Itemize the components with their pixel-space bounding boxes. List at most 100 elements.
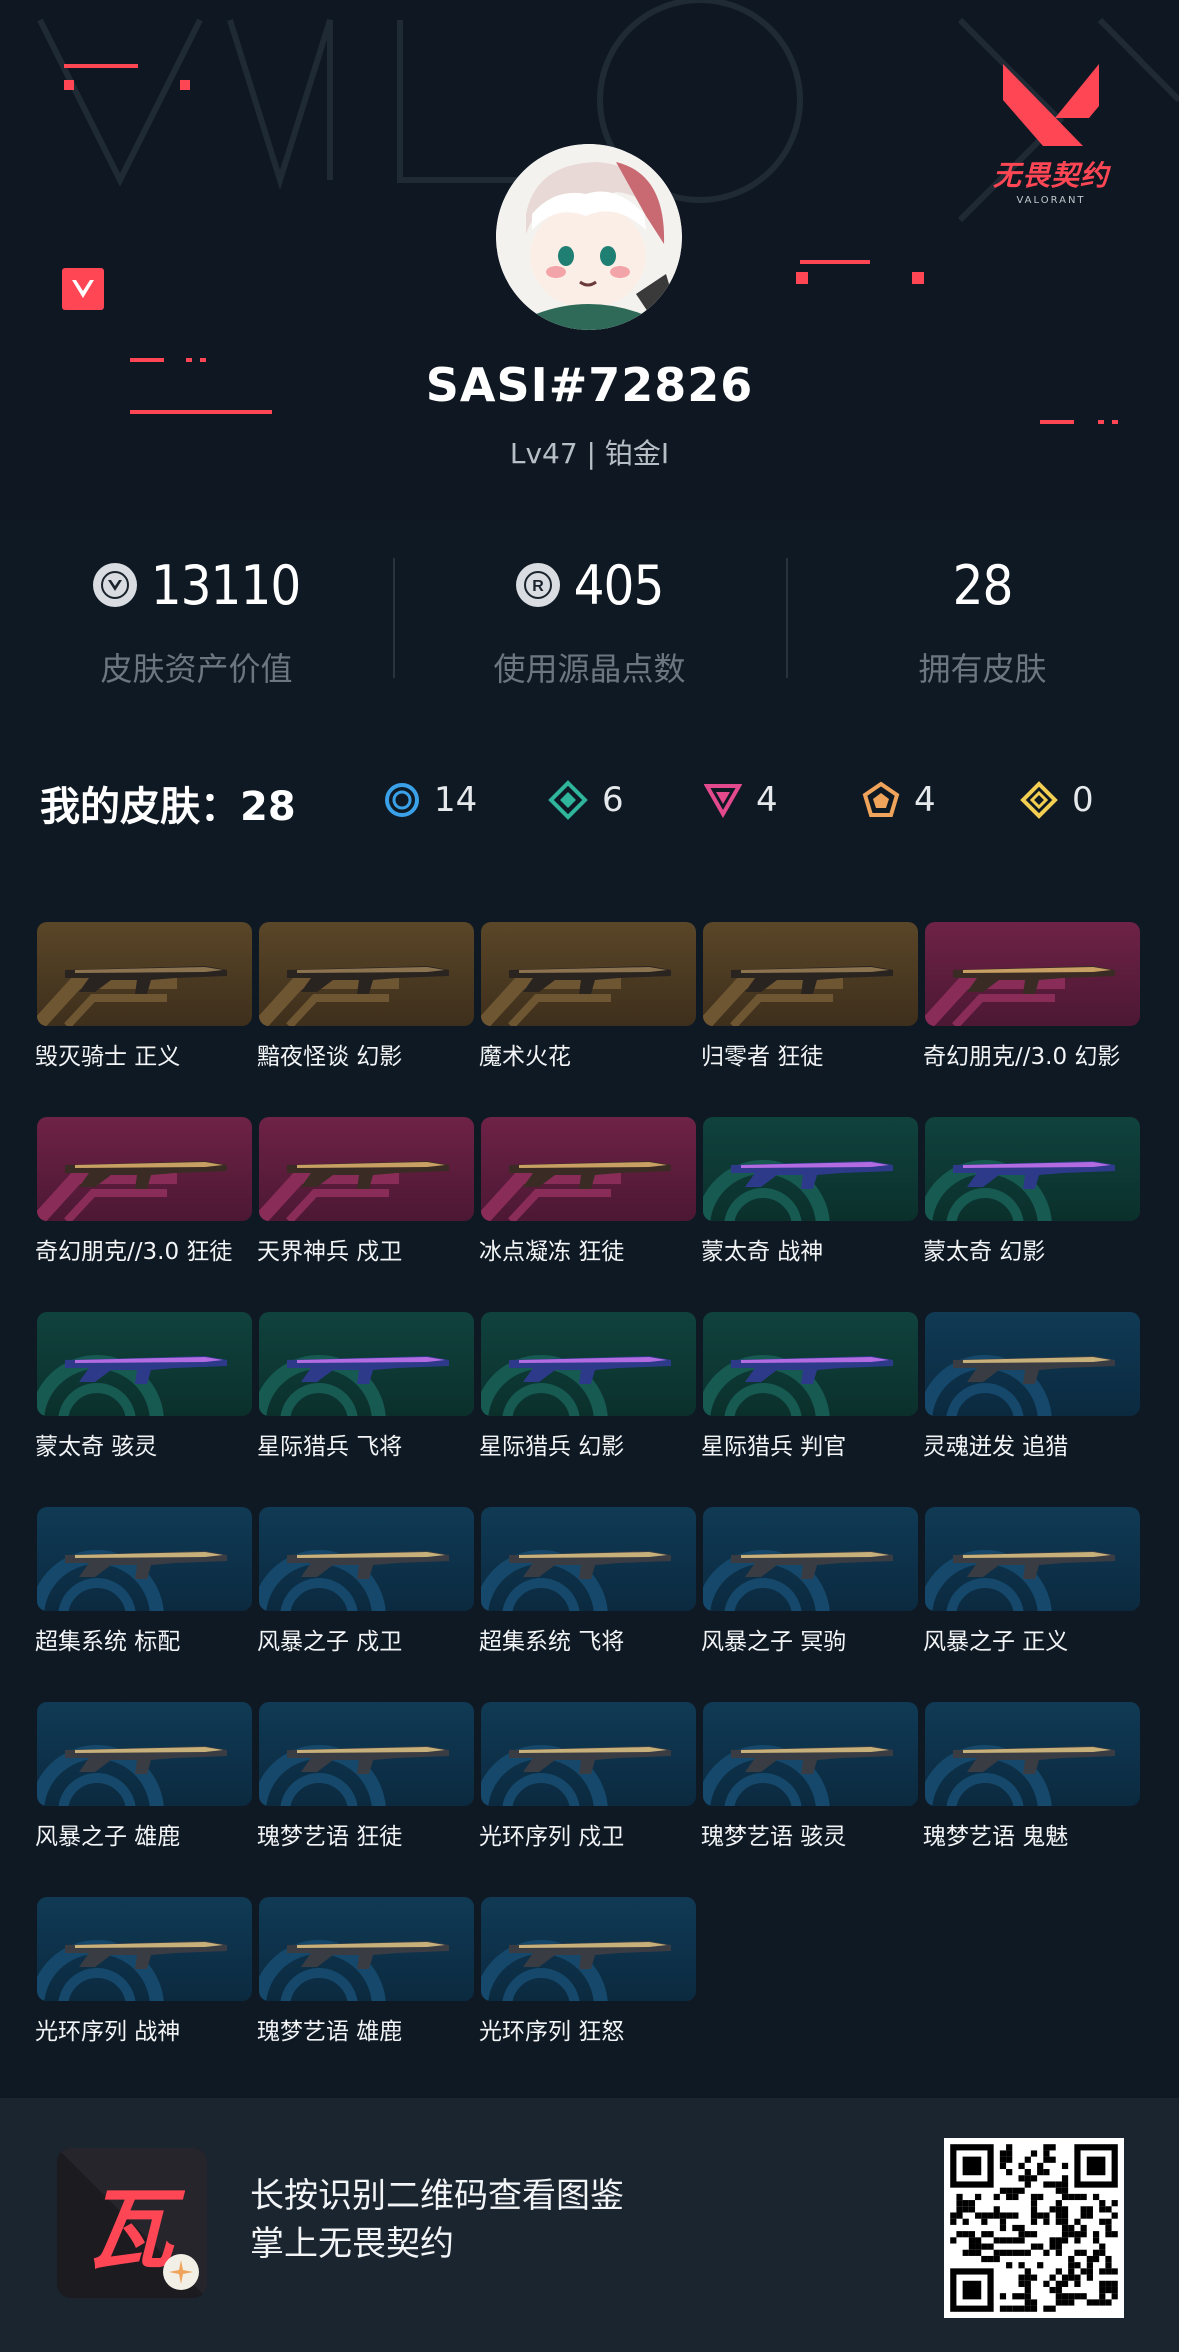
footer-qr-hint: 长按识别二维码查看图鉴 xyxy=(250,2176,624,2216)
radianite-icon: R xyxy=(515,563,560,607)
tier-deluxe[interactable]: 6 xyxy=(548,780,624,820)
weapon-icon xyxy=(509,1941,671,1969)
skin-name: 光环序列 狂怒 xyxy=(479,2019,625,2045)
tier-count: 4 xyxy=(756,780,778,820)
skin-card[interactable] xyxy=(925,1507,1140,1611)
skin-name: 毁灭骑士 正义 xyxy=(35,1044,181,1070)
skin-card[interactable] xyxy=(481,922,696,1026)
footer-app-name: 掌上无畏契约 xyxy=(250,2224,454,2264)
valorant-points-icon xyxy=(92,563,137,607)
select-tier-icon xyxy=(385,783,419,817)
weapon-icon xyxy=(287,1941,449,1969)
skin-card[interactable] xyxy=(925,922,1140,1026)
weapon-icon xyxy=(731,1551,893,1579)
stat-skin-value: 13110 皮肤资产价值 xyxy=(0,540,393,700)
avatar[interactable] xyxy=(496,144,682,330)
qr-code[interactable] xyxy=(944,2138,1124,2318)
skin-name: 星际猎兵 飞将 xyxy=(257,1434,403,1460)
stats-row: 13110 皮肤资产价值 R 405 使用源晶点数 28 拥有皮肤 xyxy=(0,540,1179,700)
weapon-icon xyxy=(65,1746,227,1774)
weapon-icon xyxy=(731,1746,893,1774)
tier-count: 0 xyxy=(1072,780,1094,820)
skin-card[interactable] xyxy=(37,1897,252,2001)
skin-card[interactable] xyxy=(925,1117,1140,1221)
skin-name: 冰点凝冻 狂徒 xyxy=(479,1239,625,1265)
skin-name: 蒙太奇 骇灵 xyxy=(35,1434,158,1460)
skin-name: 奇幻朋克//3.0 幻影 xyxy=(923,1044,1121,1070)
skin-card[interactable] xyxy=(37,922,252,1026)
stat-label: 使用源晶点数 xyxy=(493,650,686,688)
skin-name: 黯夜怪谈 幻影 xyxy=(257,1044,403,1070)
weapon-icon xyxy=(953,1161,1115,1189)
svg-text:R: R xyxy=(532,578,544,595)
skin-name: 归零者 狂徒 xyxy=(701,1044,824,1070)
tier-ultra[interactable]: 0 xyxy=(1020,780,1094,820)
skins-total: 28 xyxy=(240,784,296,830)
app-icon: 瓦 xyxy=(57,2148,207,2298)
weapon-icon xyxy=(731,1356,893,1384)
profile-header: 无畏契约 VALORANT SASI#72826 Lv47 | 铂金I xyxy=(0,0,1179,520)
weapon-icon xyxy=(509,966,671,994)
tier-select[interactable]: 14 xyxy=(384,780,477,820)
skin-card[interactable] xyxy=(703,922,918,1026)
skin-card[interactable] xyxy=(259,1702,474,1806)
tier-count: 4 xyxy=(914,780,936,820)
skin-name: 瑰梦艺语 鬼魅 xyxy=(923,1824,1069,1850)
skin-card[interactable] xyxy=(481,1312,696,1416)
weapon-icon xyxy=(509,1746,671,1774)
skins-header: 我的皮肤：28 14 6 4 4 0 xyxy=(0,760,1179,840)
weapon-icon xyxy=(65,1356,227,1384)
skin-name: 蒙太奇 幻影 xyxy=(923,1239,1046,1265)
skin-card[interactable] xyxy=(481,1897,696,2001)
tier-premium[interactable]: 4 xyxy=(704,780,778,820)
skin-name: 蒙太奇 战神 xyxy=(701,1239,824,1265)
skin-name: 风暴之子 戍卫 xyxy=(257,1629,403,1655)
premium-tier-icon xyxy=(704,784,742,818)
skin-card[interactable] xyxy=(259,922,474,1026)
ultra-tier-icon xyxy=(1020,781,1058,819)
tier-count: 14 xyxy=(434,780,478,820)
skin-name: 瑰梦艺语 骇灵 xyxy=(701,1824,847,1850)
footer: 瓦 长按识别二维码查看图鉴 掌上无畏契约 xyxy=(0,2098,1179,2352)
stat-label: 拥有皮肤 xyxy=(918,650,1047,688)
weapon-icon xyxy=(287,1161,449,1189)
skin-card[interactable] xyxy=(481,1702,696,1806)
weapon-icon xyxy=(953,1356,1115,1384)
valorant-small-logo-icon xyxy=(62,268,104,310)
skin-name: 星际猎兵 判官 xyxy=(701,1434,847,1460)
skin-name: 风暴之子 雄鹿 xyxy=(35,1824,181,1850)
skin-card[interactable] xyxy=(925,1312,1140,1416)
skin-card[interactable] xyxy=(37,1507,252,1611)
skin-card[interactable] xyxy=(37,1702,252,1806)
skin-name: 天界神兵 戍卫 xyxy=(257,1239,403,1265)
skin-card[interactable] xyxy=(703,1702,918,1806)
weapon-icon xyxy=(731,1161,893,1189)
skin-name: 灵魂迸发 追猎 xyxy=(923,1434,1069,1460)
stat-radianite: R 405 使用源晶点数 xyxy=(393,540,786,700)
skin-card[interactable] xyxy=(703,1312,918,1416)
tier-exclusive[interactable]: 4 xyxy=(862,780,936,820)
weapon-icon xyxy=(953,1551,1115,1579)
skin-card[interactable] xyxy=(37,1312,252,1416)
skin-name: 风暴之子 正义 xyxy=(923,1629,1069,1655)
stat-value: 28 xyxy=(952,553,1014,617)
weapon-icon xyxy=(509,1356,671,1384)
skin-card[interactable] xyxy=(259,1897,474,2001)
skin-card[interactable] xyxy=(703,1117,918,1221)
weapon-icon xyxy=(509,1161,671,1189)
skin-card[interactable] xyxy=(37,1117,252,1221)
skin-card[interactable] xyxy=(481,1507,696,1611)
skin-name: 超集系统 标配 xyxy=(35,1629,181,1655)
weapon-icon xyxy=(65,1551,227,1579)
level-rank: Lv47 | 铂金I xyxy=(509,437,670,470)
weapon-icon xyxy=(65,1161,227,1189)
skin-card[interactable] xyxy=(259,1507,474,1611)
skin-card[interactable] xyxy=(481,1117,696,1221)
skin-card[interactable] xyxy=(259,1117,474,1221)
skin-name: 奇幻朋克//3.0 狂徒 xyxy=(35,1239,233,1265)
skin-card[interactable] xyxy=(703,1507,918,1611)
skin-card[interactable] xyxy=(259,1312,474,1416)
skin-card[interactable] xyxy=(925,1702,1140,1806)
username: SASI#72826 xyxy=(425,358,754,412)
skin-name: 瑰梦艺语 狂徒 xyxy=(257,1824,403,1850)
